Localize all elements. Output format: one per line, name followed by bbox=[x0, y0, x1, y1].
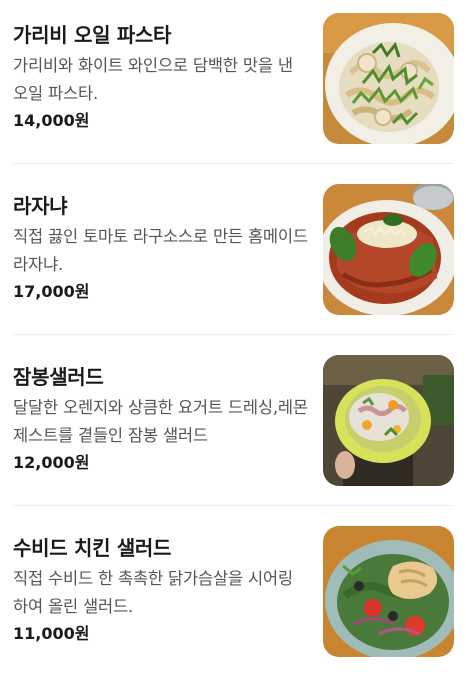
menu-item-name: 잠봉샐러드 bbox=[13, 365, 104, 389]
menu-item-photo[interactable] bbox=[323, 13, 454, 144]
menu-item-price: 17,000원 bbox=[13, 282, 90, 301]
menu-item-lasagna[interactable]: 라자냐 직접 끓인 토마토 라구소스로 만든 홈메이드 라자냐. 17,000원 bbox=[0, 171, 466, 342]
menu-item-photo[interactable] bbox=[323, 526, 454, 657]
menu-item-price: 14,000원 bbox=[13, 111, 90, 130]
menu-item-photo[interactable] bbox=[323, 355, 454, 486]
menu-item-sous-vide-chicken-salad[interactable]: 수비드 치킨 샐러드 직접 수비드 한 촉촉한 닭가슴살을 시어링 하여 올린 … bbox=[0, 513, 466, 684]
menu-item-jambon-salad[interactable]: 잠봉샐러드 달달한 오렌지와 상큼한 요거트 드레싱,레몬 제스트를 곁들인 잠… bbox=[0, 342, 466, 513]
scallop-pasta-image bbox=[323, 13, 454, 144]
menu-item-name: 라자냐 bbox=[13, 194, 68, 218]
menu-item-description: 달달한 오렌지와 상큼한 요거트 드레싱,레몬 제스트를 곁들인 잠봉 샐러드 bbox=[13, 398, 308, 445]
divider bbox=[13, 163, 453, 164]
divider bbox=[13, 505, 453, 506]
menu-item-price: 11,000원 bbox=[13, 624, 90, 643]
menu-item-price: 12,000원 bbox=[13, 453, 90, 472]
menu-item-name: 가리비 오일 파스타 bbox=[13, 23, 172, 47]
menu-item-description: 직접 수비드 한 촉촉한 닭가슴살을 시어링 하여 올린 샐러드. bbox=[13, 569, 293, 616]
divider bbox=[13, 334, 453, 335]
lasagna-image bbox=[323, 184, 454, 315]
menu-list: 가리비 오일 파스타 가리비와 화이트 와인으로 담백한 맛을 낸 오일 파스타… bbox=[0, 0, 466, 669]
jambon-salad-image bbox=[323, 355, 454, 486]
menu-item-description: 직접 끓인 토마토 라구소스로 만든 홈메이드 라자냐. bbox=[13, 227, 308, 274]
chicken-salad-image bbox=[323, 526, 454, 657]
menu-item-scallop-oil-pasta[interactable]: 가리비 오일 파스타 가리비와 화이트 와인으로 담백한 맛을 낸 오일 파스타… bbox=[0, 0, 466, 171]
menu-item-photo[interactable] bbox=[323, 184, 454, 315]
menu-item-name: 수비드 치킨 샐러드 bbox=[13, 536, 172, 560]
menu-item-description: 가리비와 화이트 와인으로 담백한 맛을 낸 오일 파스타. bbox=[13, 56, 293, 103]
